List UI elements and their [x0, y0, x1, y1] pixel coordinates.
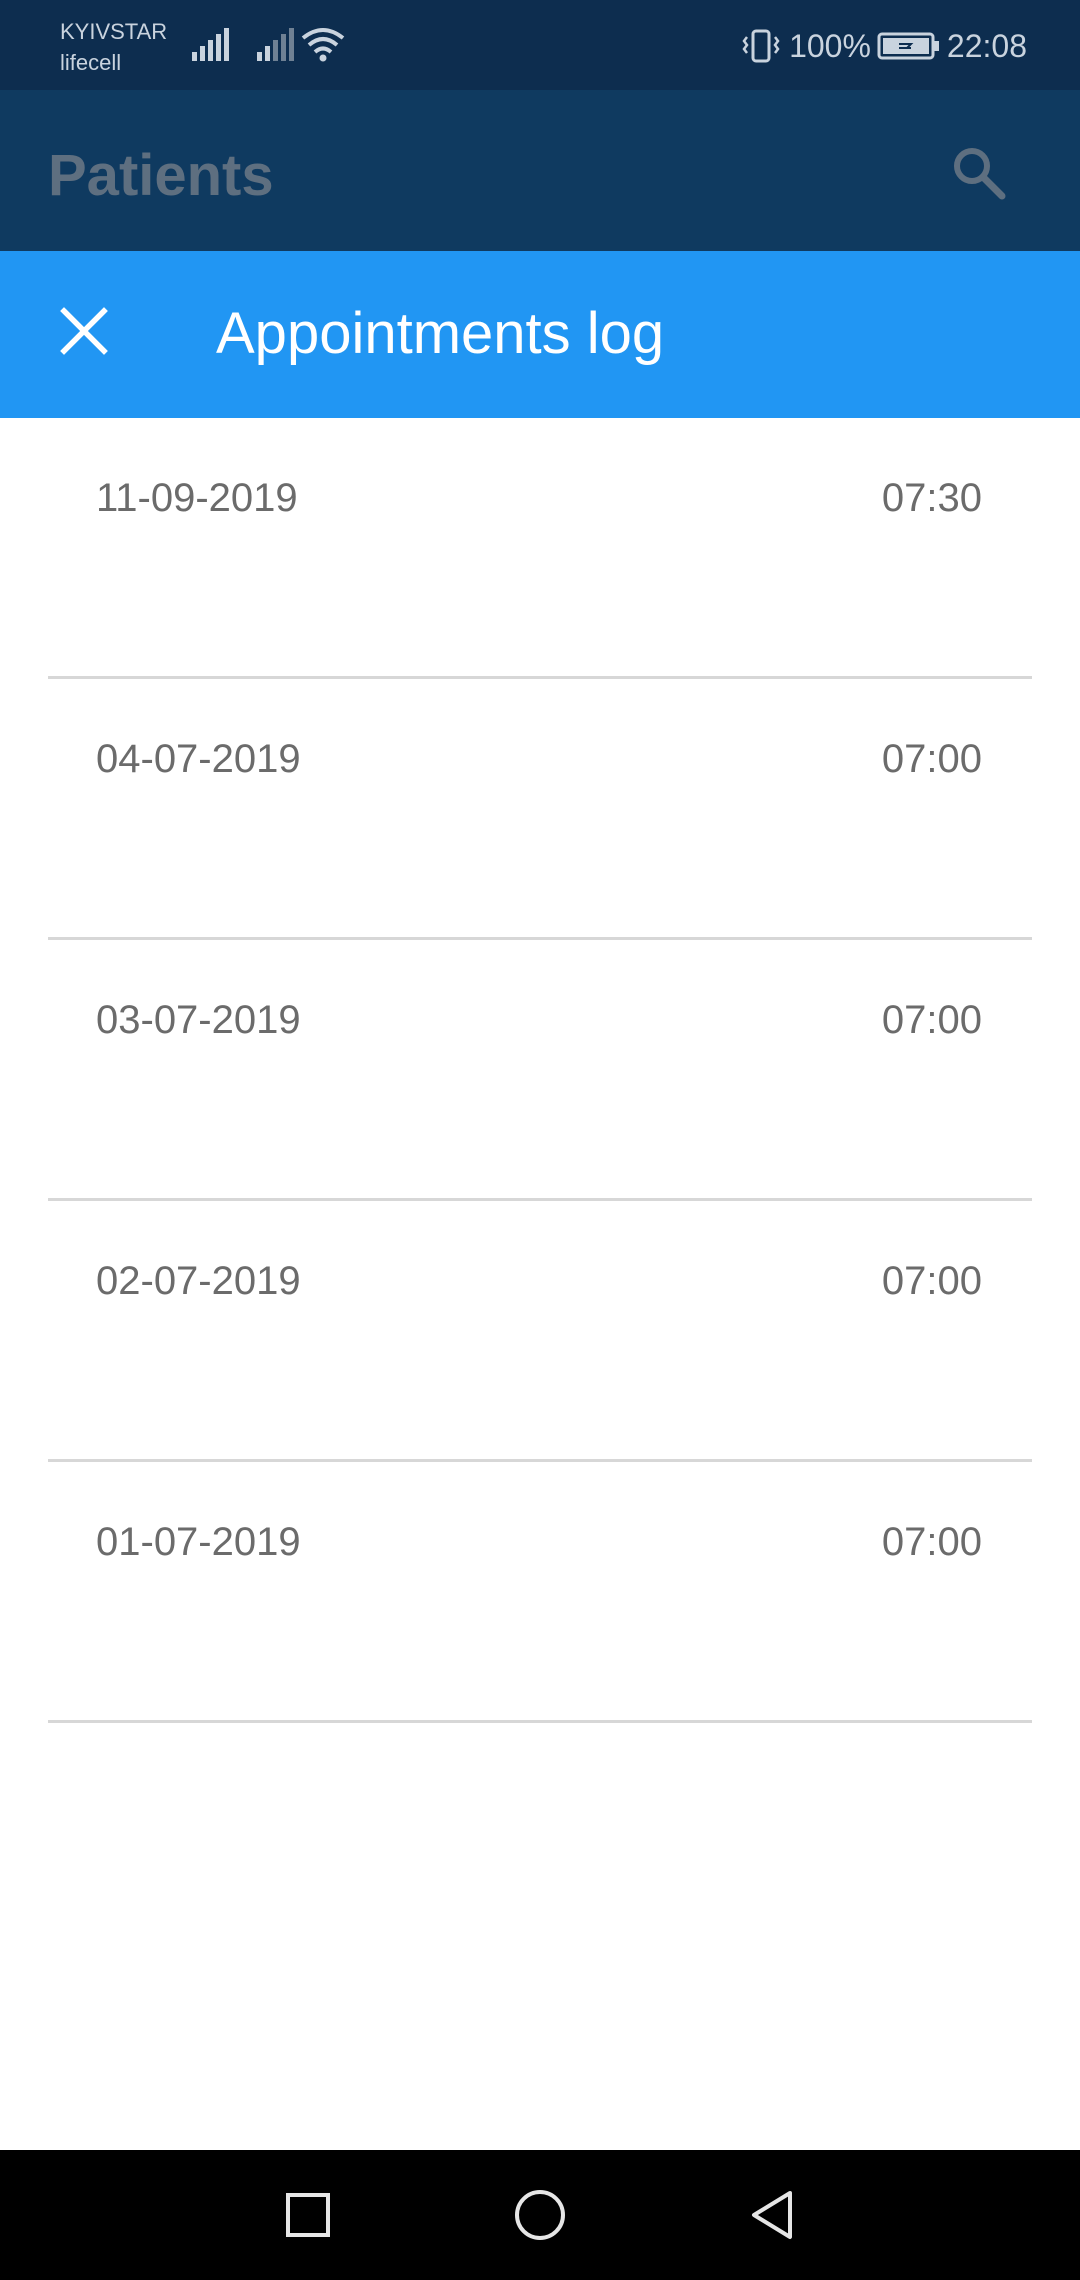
page-title: Patients — [48, 143, 274, 208]
signal-icon — [192, 28, 229, 61]
divider — [48, 1720, 1032, 1723]
back-triangle-icon[interactable] — [742, 2185, 802, 2245]
appointment-date: 01-07-2019 — [96, 1520, 301, 1564]
list-item[interactable]: 02-07-2019 07:00 — [0, 1201, 1080, 1462]
dialog-header: Appointments log — [0, 251, 1080, 418]
list-item[interactable]: 03-07-2019 07:00 — [0, 940, 1080, 1201]
appointment-time: 07:00 — [881, 737, 982, 781]
clock: 22:08 — [946, 27, 1027, 64]
signal-icon-secondary — [257, 28, 294, 61]
wifi-icon — [301, 28, 345, 62]
dialog-title: Appointments log — [216, 301, 665, 366]
appointment-date: 11-09-2019 — [96, 476, 298, 520]
appointment-date: 02-07-2019 — [96, 1259, 301, 1303]
status-right: 100% 22:08 — [733, 22, 1027, 70]
appointment-date: 03-07-2019 — [96, 998, 301, 1042]
list-item[interactable]: 11-09-2019 07:30 — [0, 418, 1080, 679]
carrier-primary: KYIVSTAR — [60, 19, 168, 44]
list-item[interactable]: 04-07-2019 07:00 — [0, 679, 1080, 940]
carrier-labels: KYIVSTAR lifecell — [60, 16, 167, 78]
status-bar: KYIVSTAR lifecell 100% 22:08 — [0, 0, 1080, 90]
recents-square-icon[interactable] — [278, 2185, 338, 2245]
appointment-time: 07:00 — [881, 998, 982, 1042]
home-circle-icon[interactable] — [510, 2185, 570, 2245]
appointments-list: 11-09-2019 07:30 04-07-2019 07:00 03-07-… — [0, 418, 1080, 1723]
vibrate-icon — [742, 29, 780, 63]
list-item[interactable]: 01-07-2019 07:00 — [0, 1462, 1080, 1723]
appointment-time: 07:30 — [881, 476, 982, 520]
battery-percent: 100% — [789, 27, 871, 64]
search-icon[interactable] — [948, 142, 1008, 202]
carrier-secondary: lifecell — [60, 50, 122, 75]
appointment-date: 04-07-2019 — [96, 737, 301, 781]
close-icon[interactable] — [54, 301, 114, 361]
battery-icon — [877, 32, 939, 60]
app-bar: Patients — [0, 90, 1080, 251]
navigation-bar — [0, 2150, 1080, 2280]
appointment-time: 07:00 — [881, 1520, 982, 1564]
appointment-time: 07:00 — [881, 1259, 982, 1303]
